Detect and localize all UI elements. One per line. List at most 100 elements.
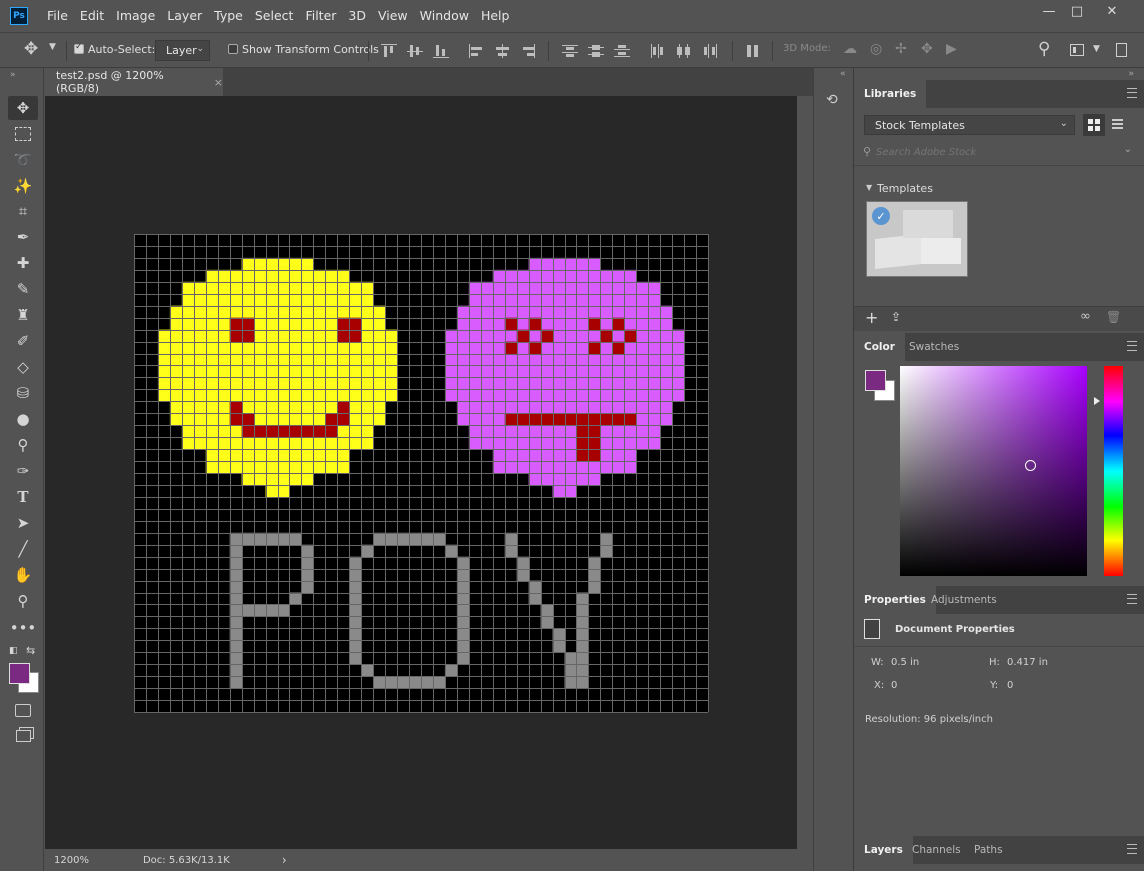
magic-wand-tool-button[interactable]: ✨ — [8, 174, 38, 198]
distribute-horizontal-center-icon[interactable] — [676, 44, 692, 58]
default-colors-icon[interactable]: ◧ — [9, 646, 18, 656]
menu-image[interactable]: Image — [110, 0, 161, 32]
tab-libraries[interactable]: Libraries — [854, 80, 927, 108]
panel-foreground-swatch[interactable] — [865, 370, 886, 391]
menu-filter[interactable]: Filter — [299, 0, 342, 32]
swap-colors-icon[interactable]: ⇆ — [26, 644, 35, 657]
menu-window[interactable]: Window — [414, 0, 475, 32]
collapse-dock-icon[interactable]: « — [840, 69, 846, 79]
color-picker-handle[interactable] — [1025, 460, 1036, 471]
auto-select-checkbox[interactable] — [74, 42, 84, 54]
hue-slider-marker[interactable] — [1094, 397, 1100, 405]
distribute-right-icon[interactable] — [702, 44, 718, 58]
blur-tool-button[interactable]: ● — [8, 407, 38, 431]
screen-mode-button[interactable] — [8, 724, 38, 748]
path-selection-tool-button[interactable]: ➤ — [8, 511, 38, 535]
type-tool-button[interactable]: T — [8, 485, 38, 509]
panel-menu-icon[interactable] — [1127, 341, 1137, 351]
tab-color[interactable]: Color — [854, 333, 905, 361]
align-vertical-center-icon[interactable] — [407, 44, 423, 58]
vertical-scrollbar[interactable] — [797, 96, 813, 849]
auto-select-target-dropdown[interactable]: Layer ⌄ — [155, 40, 210, 61]
align-right-icon[interactable] — [521, 44, 537, 58]
document-tab[interactable]: test2.psd @ 1200% (RGB/8) × — [45, 68, 223, 96]
move-tool-button[interactable]: ✥ — [8, 96, 38, 120]
show-transform-checkbox[interactable] — [228, 44, 238, 54]
y-value[interactable]: 0 — [1007, 680, 1013, 691]
width-value[interactable]: 0.5 in — [891, 657, 919, 668]
document-canvas[interactable] — [134, 234, 709, 713]
menu-edit[interactable]: Edit — [74, 0, 110, 32]
list-view-icon[interactable] — [1112, 119, 1123, 129]
quick-mask-button[interactable] — [8, 698, 38, 722]
menu-select[interactable]: Select — [249, 0, 300, 32]
3d-slide-icon[interactable]: ✥ — [921, 41, 933, 57]
auto-align-layers-icon[interactable] — [745, 44, 761, 58]
menu-help[interactable]: Help — [475, 0, 516, 32]
trash-icon[interactable]: 🗑 — [1106, 310, 1121, 324]
panel-menu-icon[interactable] — [1127, 844, 1137, 854]
hand-tool-button[interactable]: ✋ — [8, 563, 38, 587]
move-tool-icon[interactable]: ✥ — [24, 39, 38, 59]
close-tab-icon[interactable]: × — [214, 76, 223, 89]
library-dropdown[interactable]: Stock Templates ⌄ — [864, 115, 1075, 135]
close-window-button[interactable]: ✕ — [1095, 0, 1129, 22]
menu-file[interactable]: File — [41, 0, 74, 32]
foreground-color-swatch[interactable] — [9, 663, 30, 684]
search-icon[interactable]: ⚲ — [1038, 39, 1050, 59]
clone-stamp-tool-button[interactable]: ♜ — [8, 303, 38, 327]
height-value[interactable]: 0.417 in — [1007, 657, 1048, 668]
creative-cloud-icon[interactable]: ∞ — [1080, 309, 1091, 324]
eyedropper-tool-button[interactable]: ✒ — [8, 225, 38, 249]
tool-preset-chevron-icon[interactable]: ▼ — [49, 42, 56, 52]
workspace-icon[interactable] — [1070, 44, 1084, 56]
paint-bucket-tool-button[interactable]: ⛁ — [8, 381, 38, 405]
expand-triangle-icon[interactable]: ▼ — [866, 183, 872, 192]
restore-button[interactable]: □ — [1060, 0, 1094, 22]
lasso-tool-button[interactable]: ➰ — [8, 148, 38, 172]
search-options-chevron-icon[interactable]: ⌄ — [1124, 144, 1132, 155]
3d-orbit-icon[interactable]: ☁ — [843, 41, 857, 57]
align-horizontal-center-icon[interactable] — [495, 44, 511, 58]
x-value[interactable]: 0 — [891, 680, 897, 691]
tab-swatches[interactable]: Swatches — [899, 333, 969, 361]
zoom-level[interactable]: 1200% — [54, 855, 89, 866]
panel-menu-icon[interactable] — [1127, 594, 1137, 604]
pen-tool-button[interactable]: ✑ — [8, 459, 38, 483]
3d-pan-icon[interactable]: ✢ — [895, 41, 907, 57]
color-field[interactable] — [900, 366, 1087, 576]
align-top-icon[interactable] — [381, 44, 397, 58]
menu-layer[interactable]: Layer — [161, 0, 208, 32]
collapse-panels-icon[interactable]: » — [1128, 69, 1134, 79]
collapse-tools-icon[interactable]: » — [10, 70, 16, 80]
zoom-tool-button[interactable]: ⚲ — [8, 589, 38, 613]
tab-paths[interactable]: Paths — [964, 836, 1013, 864]
brush-tool-button[interactable]: ✎ — [8, 277, 38, 301]
menu-view[interactable]: View — [372, 0, 414, 32]
panel-menu-icon[interactable] — [1127, 88, 1137, 98]
stock-search-input[interactable] — [876, 144, 1116, 161]
history-panel-icon[interactable]: ⟲ — [826, 92, 842, 110]
eraser-tool-button[interactable]: ◇ — [8, 355, 38, 379]
add-content-icon[interactable]: + — [865, 308, 878, 327]
upload-icon[interactable]: ⇪ — [891, 310, 901, 324]
tab-adjustments[interactable]: Adjustments — [921, 586, 1007, 614]
healing-brush-tool-button[interactable]: ✚ — [8, 251, 38, 275]
distribute-top-icon[interactable] — [562, 44, 578, 58]
3d-roll-icon[interactable]: ◎ — [870, 41, 882, 57]
share-icon[interactable] — [1116, 43, 1127, 57]
distribute-bottom-icon[interactable] — [614, 44, 630, 58]
hue-slider[interactable] — [1104, 366, 1123, 576]
line-tool-button[interactable]: ╱ — [8, 537, 38, 561]
crop-tool-button[interactable]: ⌗ — [8, 199, 38, 223]
grid-view-button[interactable] — [1083, 114, 1105, 136]
status-menu-arrow[interactable]: › — [282, 853, 287, 867]
align-left-icon[interactable] — [469, 44, 485, 58]
workspace-chevron-icon[interactable]: ▼ — [1093, 44, 1100, 54]
distribute-vertical-center-icon[interactable] — [588, 44, 604, 58]
edit-toolbar-button[interactable]: ••• — [8, 616, 38, 640]
distribute-left-icon[interactable] — [650, 44, 666, 58]
template-thumbnail[interactable]: ✓ — [866, 201, 968, 277]
dodge-tool-button[interactable]: ⚲ — [8, 433, 38, 457]
menu-3d[interactable]: 3D — [342, 0, 372, 32]
